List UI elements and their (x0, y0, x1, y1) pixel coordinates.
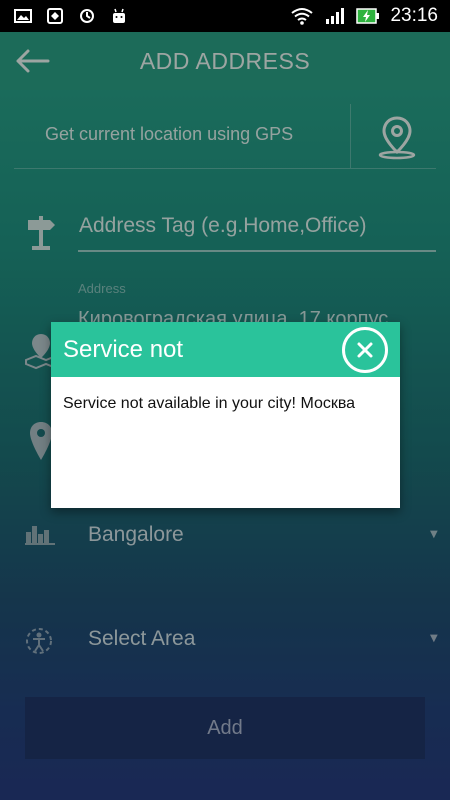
dialog-title: Service not (63, 336, 184, 363)
android-icon (113, 8, 125, 23)
wifi-icon (291, 8, 314, 25)
status-time: 23:16 (390, 5, 438, 26)
signal-icon (326, 8, 345, 24)
battery-charging-icon (356, 8, 380, 24)
service-dialog: Service not Service not available in you… (51, 322, 400, 508)
shield-icon (47, 8, 63, 24)
close-icon[interactable] (342, 327, 388, 373)
sync-icon (80, 9, 94, 23)
status-bar: 23:16 (0, 0, 450, 32)
image-icon (14, 9, 32, 23)
dialog-header: Service not (51, 322, 400, 377)
dialog-message: Service not available in your city! Моск… (63, 395, 356, 412)
